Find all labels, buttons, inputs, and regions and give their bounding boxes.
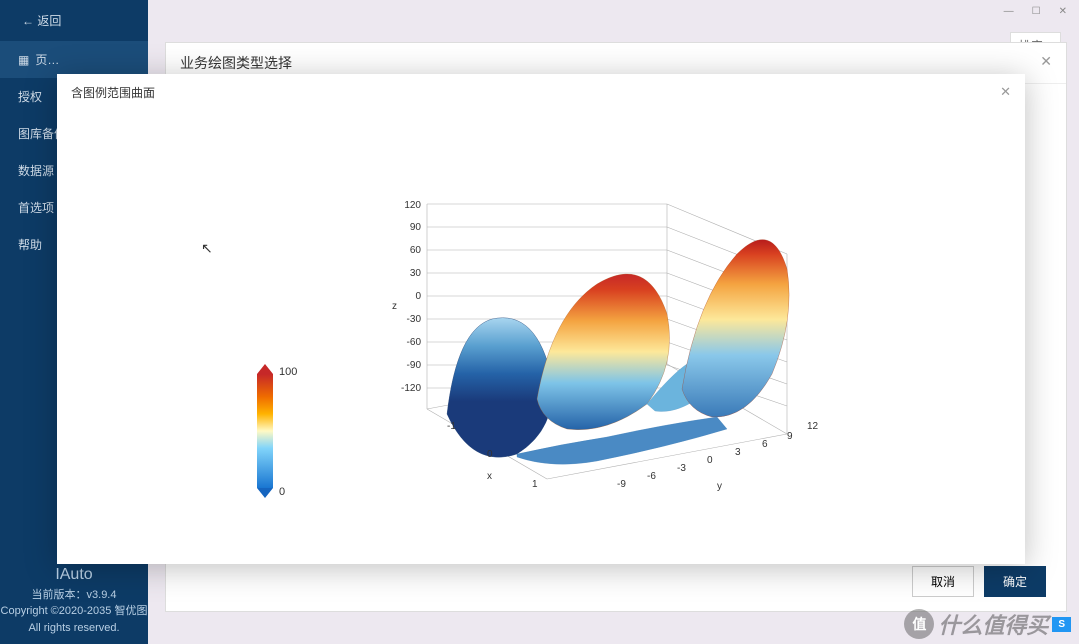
x-tick: -1 (447, 421, 456, 432)
y-tick: -9 (617, 479, 626, 490)
z-tick: -120 (401, 383, 421, 394)
window-close[interactable]: ✕ (1059, 6, 1067, 17)
surface-preview-modal: 含图例范围曲面 ✕ 100 0 (57, 74, 1025, 564)
x-tick: 0 (487, 449, 493, 460)
sidebar-label: 页… (35, 51, 59, 68)
z-tick: 0 (415, 291, 421, 302)
cancel-button[interactable]: 取消 (912, 566, 974, 597)
z-tick: 90 (410, 222, 422, 233)
x-tick: 1 (532, 479, 538, 490)
dialog-title: 业务绘图类型选择 (180, 53, 292, 73)
legend-max-arrow-icon (257, 364, 273, 374)
modal-title: 含图例范围曲面 (57, 74, 1025, 111)
modal-close-icon[interactable]: ✕ (1000, 84, 1011, 100)
z-tick: -60 (407, 337, 422, 348)
legend-min-arrow-icon (257, 488, 273, 498)
watermark: 值 什么值得买 S (904, 608, 1071, 640)
close-icon[interactable]: ✕ (1040, 53, 1052, 73)
y-tick: 0 (707, 455, 713, 466)
y-tick: 9 (787, 431, 793, 442)
watermark-text: 什么值得买 (938, 608, 1048, 640)
rights-text: All rights reserved. (0, 620, 148, 637)
brand-name: IAuto (0, 563, 148, 587)
y-tick: 3 (735, 447, 741, 458)
legend-min-label: 0 (279, 486, 285, 498)
ok-button[interactable]: 确定 (984, 566, 1046, 597)
y-tick: -6 (647, 471, 656, 482)
surface-plot-3d[interactable]: 120 90 60 30 0 -30 -60 -90 -120 z -1 0 1… (357, 199, 837, 519)
z-axis-label: z (392, 301, 397, 312)
watermark-box: S (1052, 617, 1071, 632)
z-tick: 60 (410, 245, 422, 256)
sidebar-item-0[interactable]: ▦ 页… (0, 41, 148, 78)
z-tick: 30 (410, 268, 422, 279)
sidebar-footer: IAuto 当前版本：v3.9.4 Copyright ©2020-2035 智… (0, 563, 148, 637)
window-min[interactable]: — (1004, 6, 1014, 17)
back-button[interactable]: ← 返回 (0, 0, 148, 41)
y-tick: 12 (807, 421, 819, 432)
legend-max-label: 100 (279, 366, 297, 378)
y-tick: 6 (762, 439, 768, 450)
legend-colorbar (257, 374, 273, 488)
y-axis-label: y (717, 481, 722, 492)
z-tick: -90 (407, 360, 422, 371)
version-text: 当前版本：v3.9.4 (0, 587, 148, 604)
color-legend: 100 0 (257, 364, 297, 498)
chart-area: 100 0 (57, 114, 1025, 564)
x-axis-label: x (487, 471, 492, 482)
window-max[interactable]: ☐ (1032, 6, 1041, 17)
z-tick: 120 (404, 200, 421, 211)
copyright-text: Copyright ©2020-2035 智优图 (0, 603, 148, 620)
z-tick: -30 (407, 314, 422, 325)
grid-icon: ▦ (18, 53, 29, 67)
y-tick: -3 (677, 463, 686, 474)
watermark-badge-icon: 值 (904, 609, 934, 639)
